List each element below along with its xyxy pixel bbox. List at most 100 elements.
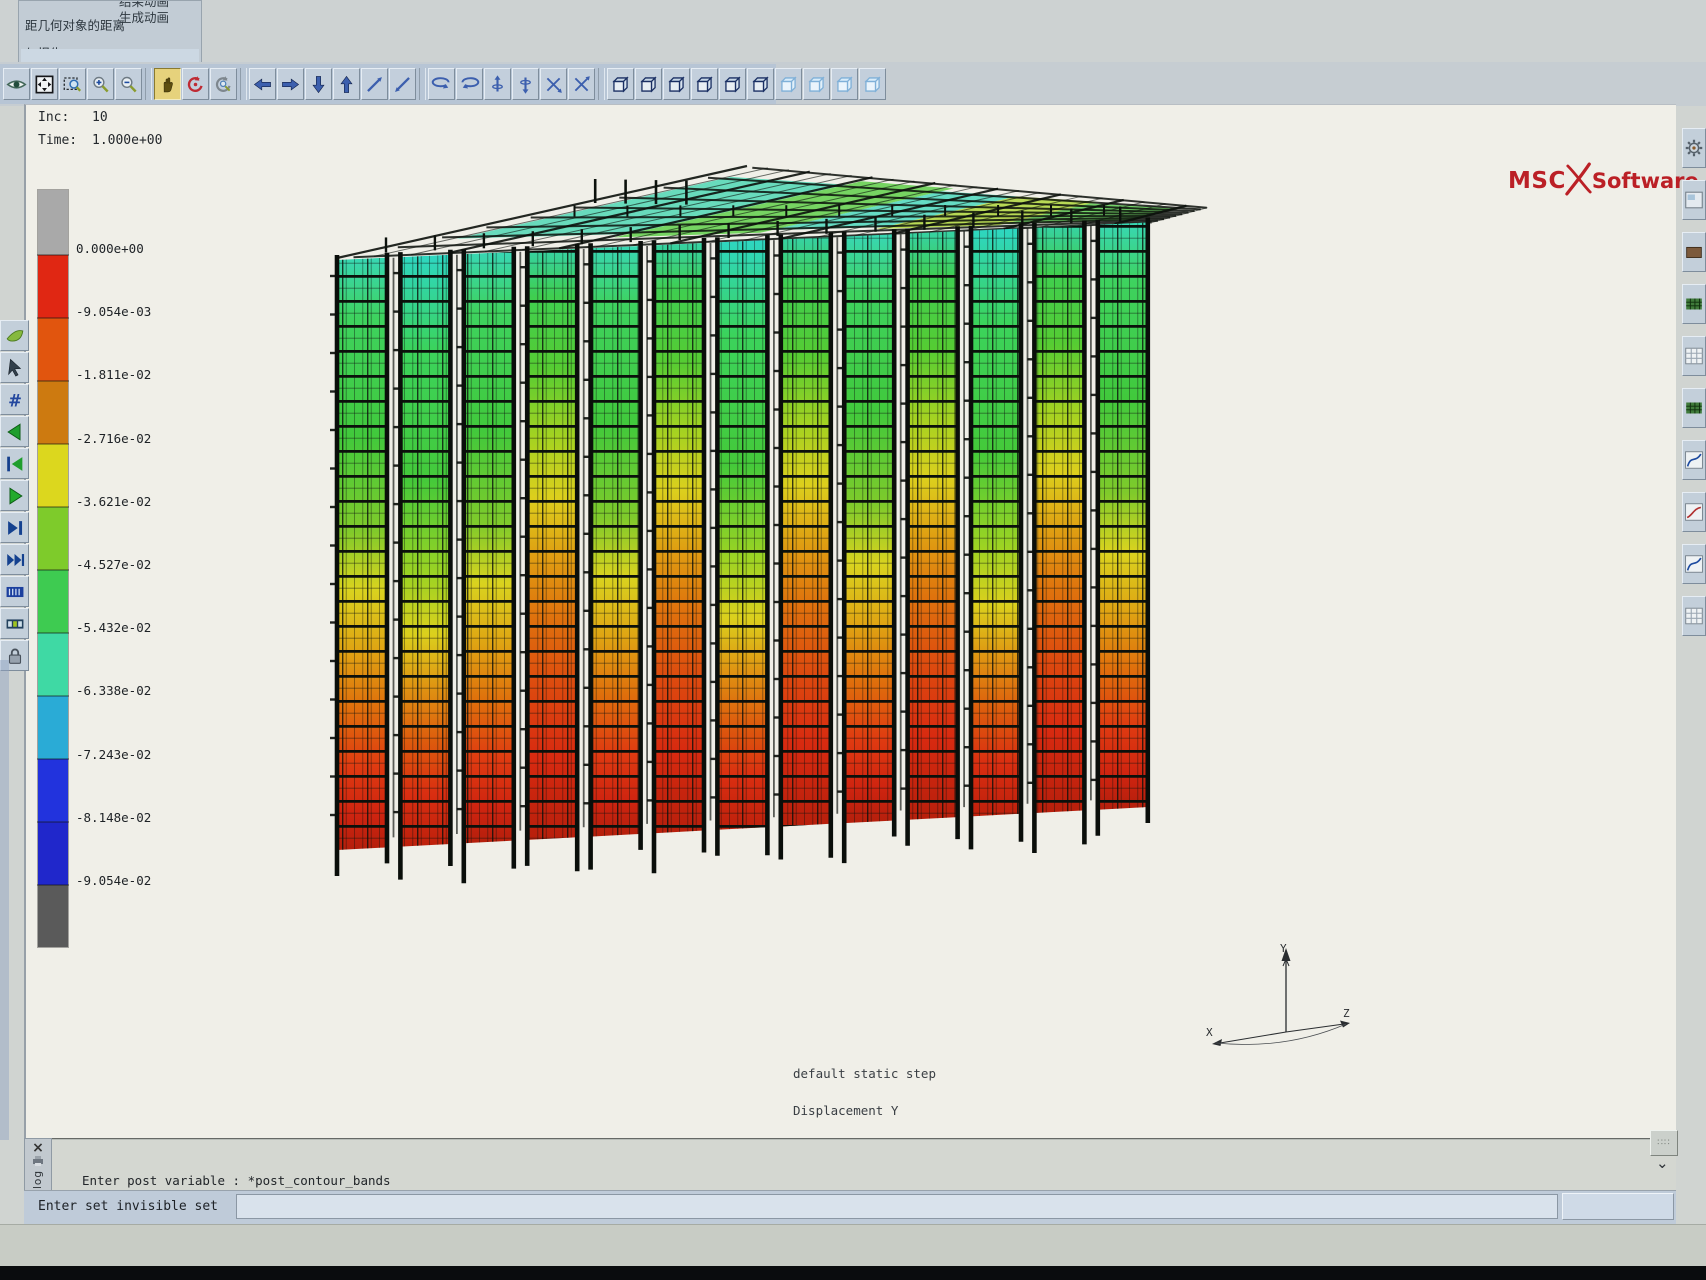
view-right-button[interactable]: [691, 68, 718, 100]
legend-value-label: -3.621e-02: [76, 494, 151, 509]
pan-button[interactable]: [154, 68, 181, 100]
axis-y-label: Y: [1280, 942, 1287, 955]
legend-color-block: [38, 885, 68, 947]
view-iso-1-button[interactable]: [775, 68, 802, 100]
job-step-caption: default static step: [793, 1066, 936, 1081]
rotate-zoom-button[interactable]: [210, 68, 237, 100]
numbering-button[interactable]: #: [0, 384, 29, 415]
view-left-icon: [666, 74, 687, 95]
time-value: 1.000e+00: [92, 133, 162, 148]
visibility-icon: [6, 74, 27, 95]
zoom-out-button[interactable]: [115, 68, 142, 100]
pick-tool-button[interactable]: [0, 352, 29, 383]
time-readout: Time:1.000e+00: [38, 133, 162, 148]
view-iso-4-button[interactable]: [859, 68, 886, 100]
anim-prev-button[interactable]: [0, 416, 29, 447]
history-plot-button[interactable]: [1682, 440, 1706, 480]
left-toolbar: #: [0, 320, 30, 672]
view-iso-3-button[interactable]: [831, 68, 858, 100]
anim-frames-button[interactable]: [0, 576, 29, 607]
legend-color-block: [38, 633, 68, 696]
xy-plot-button[interactable]: [1682, 544, 1706, 584]
legend-color-block: [38, 255, 68, 318]
fem-model-svg: [292, 150, 1312, 980]
menu-item-generate-animation[interactable]: 生成动画: [119, 11, 169, 25]
view-back-button[interactable]: [635, 68, 662, 100]
top-strip: [0, 0, 1706, 62]
chinese-menu-panel: 结果动画 距几何对象的距离 与报告 生成动画: [18, 0, 202, 68]
rotate-z-cw-icon: [543, 74, 564, 95]
rotate-pos-button[interactable]: [361, 68, 388, 100]
msc-software-logo: MSC Software: [1508, 162, 1699, 200]
view-bottom-button[interactable]: [747, 68, 774, 100]
visibility-button[interactable]: [3, 68, 30, 100]
scroll-down-chevron-icon[interactable]: ⌄: [1656, 1154, 1669, 1172]
rotate-z-cw-button[interactable]: [540, 68, 567, 100]
view-top-icon: [722, 74, 743, 95]
fem-model-view[interactable]: [292, 150, 1312, 980]
table-grid-button[interactable]: [1682, 336, 1706, 376]
rotate-neg-button[interactable]: [389, 68, 416, 100]
prompt-side-button[interactable]: [1562, 1193, 1674, 1220]
increment-value: 10: [92, 110, 108, 125]
anim-frames-icon: [4, 581, 26, 603]
rotate-y-right-button[interactable]: [456, 68, 483, 100]
view-right-icon: [694, 74, 715, 95]
translate-left-button[interactable]: [249, 68, 276, 100]
toolbar-separator: [240, 68, 247, 100]
console-scrollbar-thumb[interactable]: ∷∷: [1650, 1130, 1678, 1156]
translate-down-button[interactable]: [305, 68, 332, 100]
view-front-button[interactable]: [607, 68, 634, 100]
rotate-pos-icon: [364, 74, 385, 95]
view-iso-2-button[interactable]: [803, 68, 830, 100]
anim-film-icon: [4, 613, 26, 635]
anim-film-button[interactable]: [0, 608, 29, 639]
command-input-field[interactable]: [236, 1194, 1558, 1219]
solid-render-button[interactable]: [1682, 232, 1706, 272]
rotate-x-down-button[interactable]: [512, 68, 539, 100]
rotate-view-button[interactable]: [182, 68, 209, 100]
anim-step-back-button[interactable]: [0, 448, 29, 479]
contour-plot-button[interactable]: [1682, 388, 1706, 428]
increment-readout: Inc:10: [38, 110, 108, 125]
rotate-z-ccw-button[interactable]: [568, 68, 595, 100]
model-browser-button[interactable]: [1682, 180, 1706, 220]
translate-right-icon: [280, 74, 301, 95]
anim-play-icon: [4, 485, 26, 507]
history-plot-icon: [1683, 449, 1705, 471]
close-dialog-button[interactable]: ×: [32, 1141, 44, 1155]
fit-view-button[interactable]: [31, 68, 58, 100]
anim-play-button[interactable]: [0, 480, 29, 511]
menu-item-result-animation[interactable]: 结果动画: [119, 0, 169, 9]
zoom-box-button[interactable]: [59, 68, 86, 100]
printer-icon[interactable]: [31, 1155, 45, 1167]
rotate-view-icon: [185, 74, 206, 95]
view-iso-2-icon: [806, 74, 827, 95]
model-browser-icon: [1683, 189, 1705, 211]
view-top-button[interactable]: [719, 68, 746, 100]
fit-view-icon: [34, 74, 55, 95]
zoom-in-button[interactable]: [87, 68, 114, 100]
anim-step-forward-button[interactable]: [0, 512, 29, 543]
plot-style-button[interactable]: [0, 320, 29, 351]
rotate-y-left-icon: [431, 74, 452, 95]
view-front-icon: [610, 74, 631, 95]
translate-up-button[interactable]: [333, 68, 360, 100]
settings-button[interactable]: [1682, 128, 1706, 168]
translate-right-button[interactable]: [277, 68, 304, 100]
anim-skip-end-button[interactable]: [0, 544, 29, 575]
report-grid-button[interactable]: [1682, 596, 1706, 636]
settings-icon: [1683, 137, 1705, 159]
view-left-button[interactable]: [663, 68, 690, 100]
legend-value-label: -8.148e-02: [76, 810, 151, 825]
path-plot-button[interactable]: [1682, 492, 1706, 532]
pick-tool-icon: [4, 357, 26, 379]
mesh-render-button[interactable]: [1682, 284, 1706, 324]
rotate-x-up-button[interactable]: [484, 68, 511, 100]
view-iso-1-icon: [778, 74, 799, 95]
anim-step-forward-icon: [4, 517, 26, 539]
view-bottom-icon: [750, 74, 771, 95]
logo-msc-text: MSC: [1508, 168, 1566, 194]
rotate-y-left-button[interactable]: [428, 68, 455, 100]
command-console: Enter post variable : *post_contour_band…: [24, 1138, 1676, 1190]
